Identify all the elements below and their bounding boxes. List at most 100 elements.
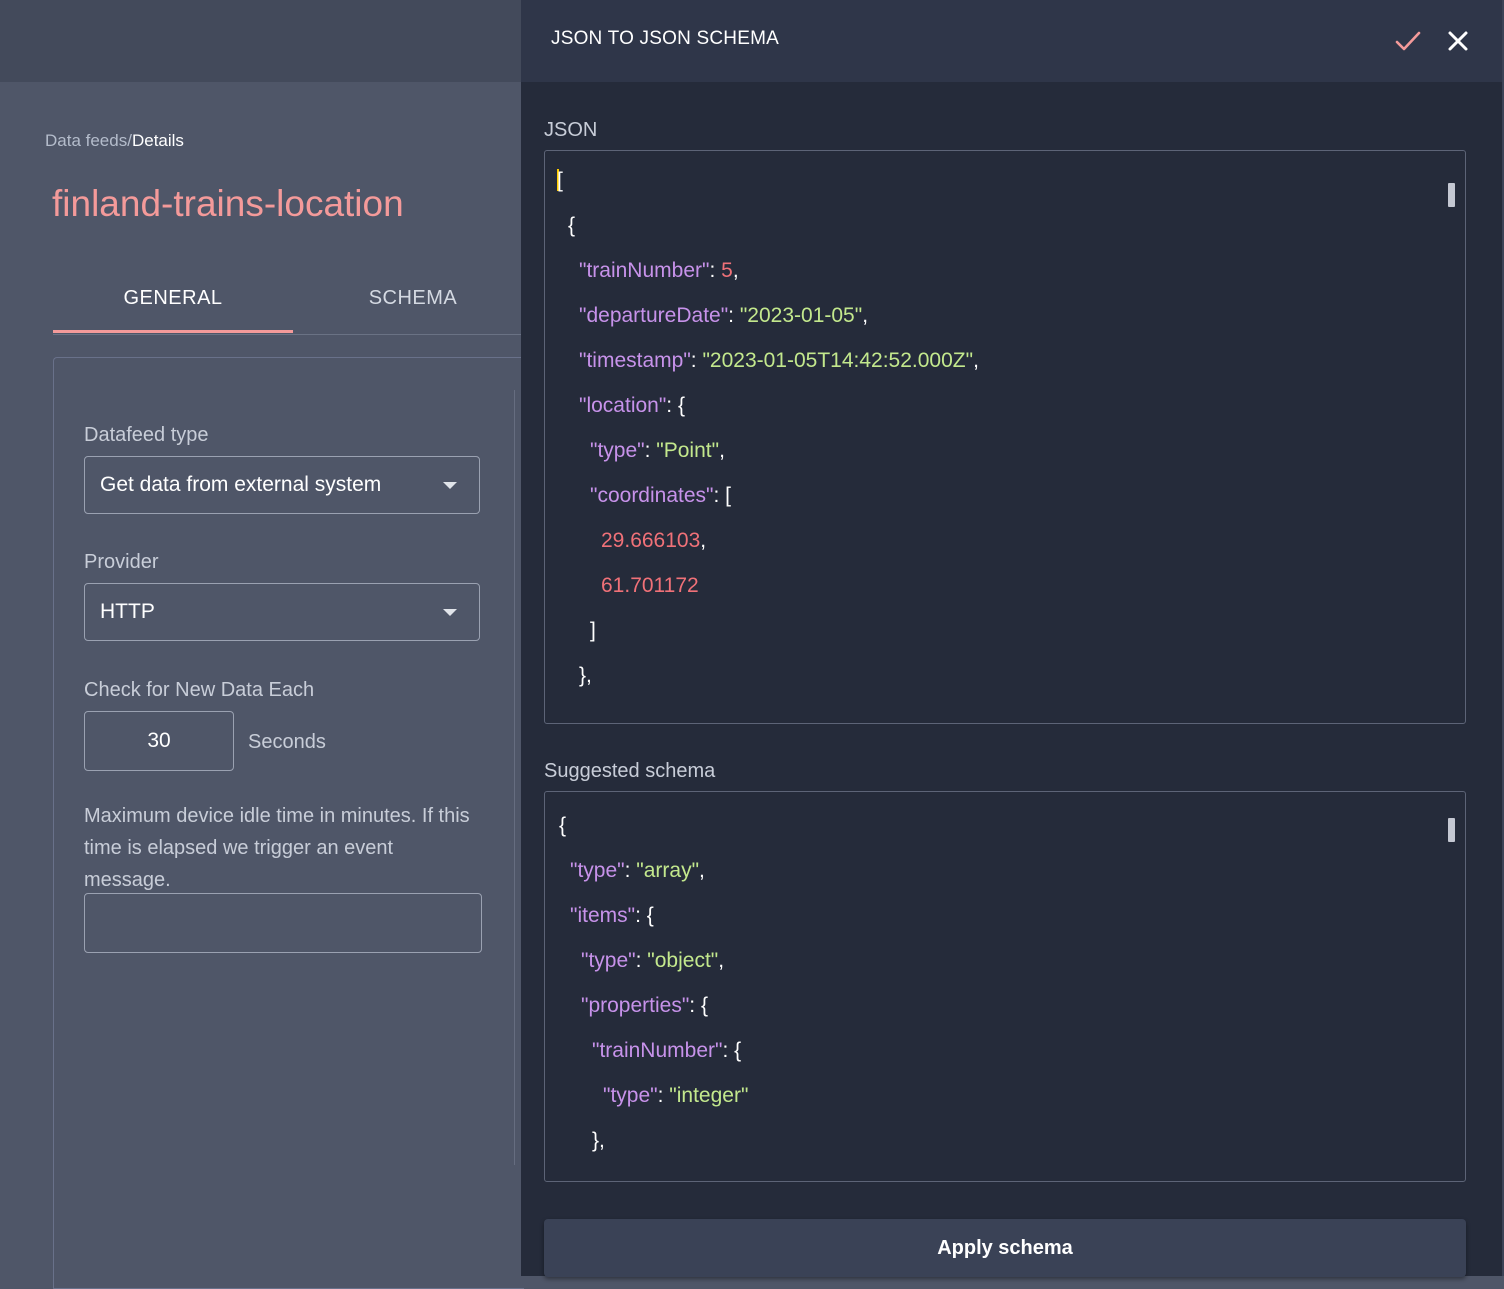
app-top-bar xyxy=(0,0,521,82)
code-line: ] xyxy=(590,619,596,643)
json-punctuation: , xyxy=(699,859,705,882)
json-punctuation: : { xyxy=(666,394,685,417)
json-number: 5 xyxy=(721,259,733,282)
tab-general[interactable]: GENERAL xyxy=(53,270,293,333)
code-line: "properties": { xyxy=(581,994,708,1018)
json-punctuation: ] xyxy=(590,619,596,642)
json-key: "type" xyxy=(570,859,625,882)
json-key: "trainNumber" xyxy=(579,259,709,282)
json-punctuation: : { xyxy=(722,1039,741,1062)
apply-schema-button[interactable]: Apply schema xyxy=(544,1219,1466,1277)
json-punctuation: { xyxy=(559,814,566,837)
json-punctuation: : [ xyxy=(713,484,731,507)
json-number: 61.701172 xyxy=(601,574,699,597)
code-line: "type": "array", xyxy=(570,859,705,883)
json-number: 29.666103 xyxy=(601,529,700,552)
provider-label: Provider xyxy=(84,551,158,574)
json-punctuation: : xyxy=(658,1084,670,1107)
json-punctuation: { xyxy=(568,214,575,237)
json-key: "departureDate" xyxy=(579,304,728,327)
json-string: "array" xyxy=(636,859,699,882)
interval-label: Check for New Data Each xyxy=(84,679,314,702)
code-line: { xyxy=(559,814,566,838)
code-line: "items": { xyxy=(570,904,654,928)
json-key: "timestamp" xyxy=(579,349,691,372)
breadcrumb: Data feeds/Details xyxy=(45,131,184,151)
close-icon[interactable] xyxy=(1441,24,1475,58)
dialog-header: JSON TO JSON SCHEMA xyxy=(521,0,1504,82)
provider-select[interactable]: HTTP xyxy=(84,583,480,641)
json-key: "properties" xyxy=(581,994,689,1017)
json-punctuation: , xyxy=(700,529,706,552)
json-punctuation: : xyxy=(625,859,637,882)
json-key: "type" xyxy=(581,949,636,972)
code-line: [ xyxy=(557,169,563,193)
chevron-down-icon xyxy=(443,482,457,489)
json-punctuation: : xyxy=(645,439,657,462)
code-line: 29.666103, xyxy=(601,529,706,553)
json-editor-scrollbar[interactable] xyxy=(1448,183,1455,207)
json-string: "integer" xyxy=(669,1084,748,1107)
breadcrumb-parent-link[interactable]: Data feeds xyxy=(45,131,127,150)
idle-time-help: Maximum device idle time in minutes. If … xyxy=(84,800,484,896)
datafeed-type-select[interactable]: Get data from external system xyxy=(84,456,480,514)
json-punctuation: : { xyxy=(635,904,654,927)
json-punctuation: : xyxy=(709,259,721,282)
json-punctuation: , xyxy=(862,304,868,327)
json-punctuation: : xyxy=(728,304,740,327)
json-key: "trainNumber" xyxy=(592,1039,722,1062)
form-divider xyxy=(514,390,515,1165)
code-line: }, xyxy=(579,664,592,688)
code-line: "coordinates": [ xyxy=(590,484,731,508)
json-punctuation: }, xyxy=(592,1129,605,1152)
datafeed-type-value: Get data from external system xyxy=(100,473,381,497)
suggested-schema-label: Suggested schema xyxy=(544,760,715,783)
code-line: "departureDate": "2023-01-05", xyxy=(579,304,868,328)
code-line: "timestamp": "2023-01-05T14:42:52.000Z", xyxy=(579,349,979,373)
code-line: "trainNumber": { xyxy=(592,1039,741,1063)
code-line: "type": "integer" xyxy=(603,1084,748,1108)
json-string: "2023-01-05T14:42:52.000Z" xyxy=(702,349,973,372)
chevron-down-icon xyxy=(443,609,457,616)
json-punctuation: , xyxy=(718,949,724,972)
json-punctuation: [ xyxy=(557,169,563,192)
json-punctuation: , xyxy=(719,439,725,462)
json-punctuation: , xyxy=(973,349,979,372)
dialog-title: JSON TO JSON SCHEMA xyxy=(551,28,779,50)
interval-input[interactable]: 30 xyxy=(84,711,234,771)
json-key: "type" xyxy=(603,1084,658,1107)
json-editor[interactable]: [{"trainNumber": 5,"departureDate": "202… xyxy=(544,150,1466,724)
check-icon[interactable] xyxy=(1391,24,1425,58)
tab-bar: GENERAL SCHEMA xyxy=(53,270,521,335)
json-key: "items" xyxy=(570,904,635,927)
code-line: "type": "Point", xyxy=(590,439,725,463)
page-title: finland-trains-location xyxy=(52,183,404,225)
json-punctuation: , xyxy=(733,259,739,282)
tab-schema[interactable]: SCHEMA xyxy=(293,270,533,332)
schema-editor-scrollbar[interactable] xyxy=(1448,818,1455,842)
code-line: 61.701172 xyxy=(601,574,699,598)
json-punctuation: : xyxy=(636,949,648,972)
json-punctuation: : xyxy=(691,349,703,372)
json-label: JSON xyxy=(544,119,597,142)
json-string: "object" xyxy=(647,949,718,972)
json-schema-dialog: JSON TO JSON SCHEMA JSON [{"trainNumber"… xyxy=(521,0,1504,1276)
code-line: "type": "object", xyxy=(581,949,724,973)
schema-editor[interactable]: {"type": "array","items": {"type": "obje… xyxy=(544,791,1466,1182)
json-punctuation: }, xyxy=(579,664,592,687)
code-line: "trainNumber": 5, xyxy=(579,259,739,283)
json-key: "type" xyxy=(590,439,645,462)
json-punctuation: : { xyxy=(689,994,708,1017)
json-string: "2023-01-05" xyxy=(740,304,862,327)
interval-unit: Seconds xyxy=(248,731,326,754)
code-line: }, xyxy=(592,1129,605,1153)
breadcrumb-current: Details xyxy=(132,131,184,150)
json-key: "location" xyxy=(579,394,666,417)
json-key: "coordinates" xyxy=(590,484,713,507)
code-line: "location": { xyxy=(579,394,685,418)
json-string: "Point" xyxy=(656,439,719,462)
provider-value: HTTP xyxy=(100,600,155,624)
idle-time-input[interactable] xyxy=(84,893,482,953)
datafeed-type-label: Datafeed type xyxy=(84,424,209,447)
code-line: { xyxy=(568,214,575,238)
